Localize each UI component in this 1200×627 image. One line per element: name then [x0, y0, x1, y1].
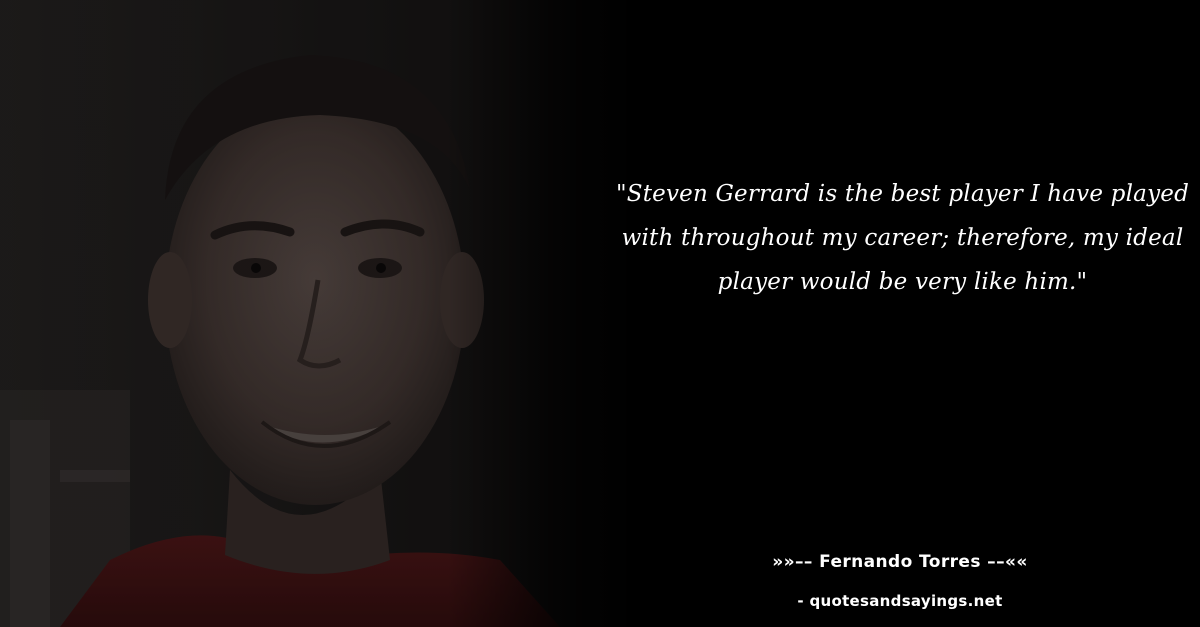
- quote-card: "Steven Gerrard is the best player I hav…: [0, 0, 1200, 627]
- quote-text: "Steven Gerrard is the best player I hav…: [615, 181, 1190, 295]
- source-line: - quotesandsayings.net: [797, 592, 1003, 610]
- photo-darken-overlay: [0, 0, 640, 627]
- author-line: »»–– Fernando Torres ––««: [772, 552, 1028, 572]
